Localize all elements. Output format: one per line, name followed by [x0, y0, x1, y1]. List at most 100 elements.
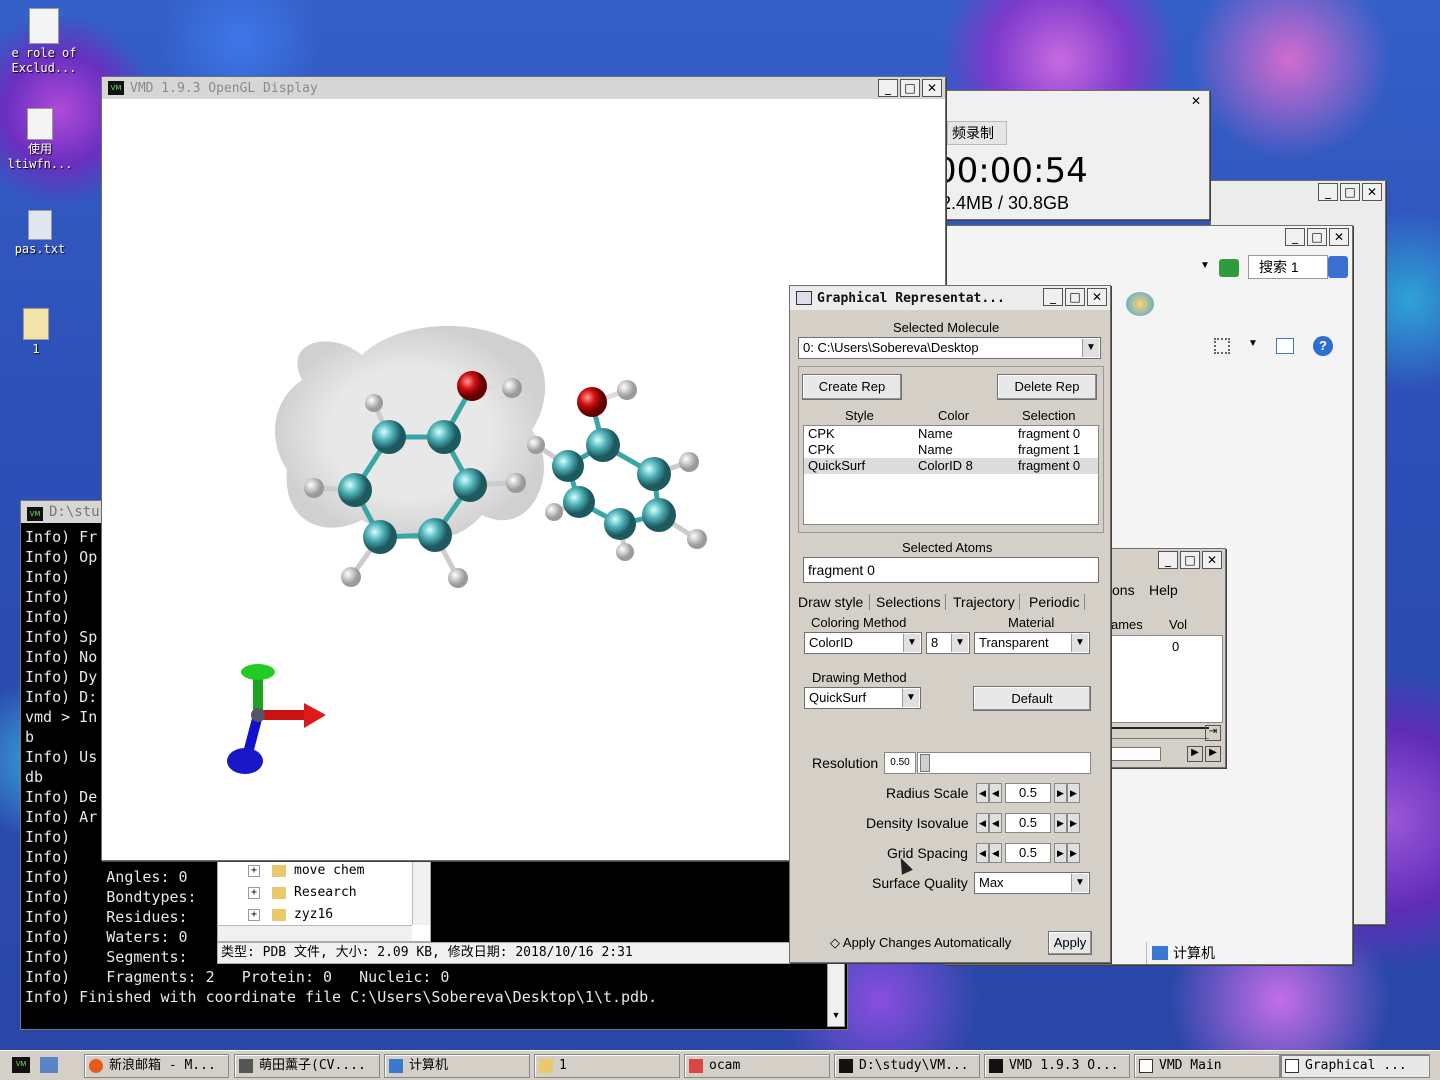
slider-thumb[interactable] — [920, 754, 930, 772]
menu-item[interactable]: ons — [1112, 582, 1135, 598]
molecule-list[interactable]: 0 — [1109, 635, 1223, 723]
desktop-icon-multiwfn[interactable]: 使用 ltiwfn... — [4, 108, 76, 172]
recorder-window[interactable]: ✕ 频录制 00:00:54 2.4MB / 30.8GB — [935, 90, 1210, 220]
graphical-representations-window[interactable]: Graphical Representat... _ □ ✕ Selected … — [789, 285, 1111, 963]
view-grid-icon[interactable] — [1214, 338, 1230, 354]
increase-icon[interactable]: ▶ — [1054, 813, 1067, 833]
rep-row[interactable]: CPK Name fragment 1 — [804, 442, 1098, 458]
decrease-icon[interactable]: ◀ — [989, 813, 1002, 833]
preview-pane-icon[interactable] — [1276, 338, 1294, 354]
close-button[interactable]: ✕ — [1362, 183, 1382, 201]
minimize-button[interactable]: _ — [1285, 228, 1305, 246]
maximize-button[interactable]: □ — [1307, 228, 1327, 246]
surface-quality-select[interactable]: Max ▼ — [974, 872, 1090, 894]
create-rep-button[interactable]: Create Rep — [802, 374, 902, 400]
expand-icon[interactable]: + — [248, 909, 260, 921]
default-button[interactable]: Default — [973, 686, 1091, 711]
tree-item[interactable]: + Research — [248, 885, 357, 900]
tree-item[interactable]: + zyz16 — [248, 907, 333, 922]
taskbar-item[interactable]: VMD Main — [1134, 1054, 1280, 1078]
dropdown-arrow-icon[interactable]: ▼ — [1200, 260, 1210, 271]
close-button[interactable]: ✕ — [1087, 288, 1107, 306]
delete-rep-button[interactable]: Delete Rep — [997, 374, 1097, 400]
drawing-method-select[interactable]: QuickSurf ▼ — [804, 687, 921, 709]
taskbar-item-active[interactable]: Graphical ... — [1280, 1054, 1430, 1078]
tab-draw-style[interactable]: Draw style — [798, 594, 871, 610]
search-box[interactable]: 搜索 1 — [1248, 255, 1328, 279]
desktop-icon-doc[interactable]: e role of Exclud... — [8, 8, 80, 76]
taskbar-item[interactable]: 萌田薰子(CV.... — [234, 1054, 380, 1078]
taskbar: VM 新浪邮箱 - M... 萌田薰子(CV.... 计算机 1 ocam D:… — [0, 1050, 1440, 1080]
apply-auto-checkbox[interactable]: ◇ Apply Changes Automatically — [830, 935, 1011, 951]
grid-spacing-spinner[interactable]: ◀ ◀ 0.5 ▶ ▶ — [976, 843, 1080, 863]
menu-item-help[interactable]: Help — [1149, 582, 1178, 598]
decrease-icon[interactable]: ◀ — [989, 843, 1002, 863]
close-button[interactable]: ✕ — [922, 79, 942, 97]
view-dropdown-icon[interactable]: ▼ — [1248, 338, 1258, 349]
search-icon[interactable] — [1328, 256, 1348, 278]
close-button[interactable]: ✕ — [1329, 228, 1349, 246]
scroll-down-icon[interactable]: ▼ — [828, 1010, 844, 1026]
tree-item[interactable]: + move chem — [248, 863, 364, 878]
explorer-tree-pane[interactable]: + move chem + Research + zyz16 — [217, 860, 431, 942]
rep-list[interactable]: CPK Name fragment 0 CPK Name fragment 1 … — [803, 425, 1099, 525]
taskbar-item[interactable]: D:\study\VM... — [834, 1054, 980, 1078]
maximize-button[interactable]: □ — [900, 79, 920, 97]
increase-icon[interactable]: ▶ — [1054, 843, 1067, 863]
minimize-button[interactable]: _ — [878, 79, 898, 97]
fast-decrease-icon[interactable]: ◀ — [976, 813, 989, 833]
increase-icon[interactable]: ▶ — [1054, 783, 1067, 803]
maximize-button[interactable]: □ — [1065, 288, 1085, 306]
radius-scale-spinner[interactable]: ◀ ◀ 0.5 ▶ ▶ — [976, 783, 1080, 803]
taskbar-item[interactable]: VMD 1.9.3 O... — [984, 1054, 1130, 1078]
tab-selections[interactable]: Selections — [876, 594, 946, 610]
material-select[interactable]: Transparent ▼ — [974, 632, 1090, 654]
refresh-icon[interactable] — [1219, 259, 1239, 277]
tab-periodic[interactable]: Periodic — [1029, 594, 1085, 610]
fast-decrease-icon[interactable]: ◀ — [976, 783, 989, 803]
selected-molecule-select[interactable]: 0: C:\Users\Sobereva\Desktop ▼ — [798, 337, 1101, 359]
maximize-button[interactable]: □ — [1340, 183, 1360, 201]
minimize-button[interactable]: _ — [1318, 183, 1338, 201]
minimize-button[interactable]: _ — [1158, 551, 1178, 569]
fast-increase-icon[interactable]: ▶ — [1067, 813, 1080, 833]
rep-row-selected[interactable]: QuickSurf ColorID 8 fragment 0 — [804, 458, 1098, 474]
play-button[interactable]: ▶ — [1205, 746, 1221, 762]
taskbar-item[interactable]: 计算机 — [384, 1054, 530, 1078]
resolution-slider[interactable] — [917, 752, 1091, 774]
color-id-select[interactable]: 8 ▼ — [926, 632, 970, 654]
step-slider[interactable] — [1109, 747, 1161, 761]
desktop-icon-folder1[interactable]: 1 — [4, 308, 68, 357]
density-isovalue-spinner[interactable]: ◀ ◀ 0.5 ▶ ▶ — [976, 813, 1080, 833]
fast-increase-icon[interactable]: ▶ — [1067, 783, 1080, 803]
help-icon[interactable]: ? — [1313, 336, 1333, 356]
expand-icon[interactable]: + — [248, 887, 260, 899]
fast-increase-icon[interactable]: ▶ — [1067, 843, 1080, 863]
play-forward-button[interactable]: ▶ — [1187, 746, 1203, 762]
maximize-button[interactable]: □ — [1180, 551, 1200, 569]
fast-decrease-icon[interactable]: ◀ — [976, 843, 989, 863]
tab-trajectory[interactable]: Trajectory — [953, 594, 1020, 610]
taskbar-item[interactable]: 1 — [534, 1054, 680, 1078]
vmd-main-window[interactable]: _ □ ✕ ons Help ames Vol 0 ⇥ ▶ ▶ — [1108, 548, 1226, 768]
desktop-icon-pas[interactable]: pas.txt — [4, 210, 76, 257]
apply-button[interactable]: Apply — [1048, 931, 1092, 955]
expand-icon[interactable]: + — [248, 865, 260, 877]
tree-vscrollbar[interactable] — [412, 861, 430, 925]
rep-row[interactable]: CPK Name fragment 0 — [804, 426, 1098, 442]
network-quicklaunch-icon[interactable] — [40, 1057, 58, 1073]
taskbar-item[interactable]: 新浪邮箱 - M... — [84, 1054, 229, 1078]
end-button[interactable]: ⇥ — [1205, 725, 1221, 741]
coloring-method-select[interactable]: ColorID ▼ — [804, 632, 922, 654]
minimize-button[interactable]: _ — [1043, 288, 1063, 306]
recorder-tab[interactable]: 频录制 — [947, 121, 1007, 145]
selected-atoms-input[interactable]: fragment 0 — [803, 557, 1099, 583]
close-button[interactable]: ✕ — [1186, 93, 1206, 111]
vmd-quicklaunch-icon[interactable]: VM — [12, 1057, 30, 1073]
frame-slider[interactable] — [1109, 727, 1209, 739]
decrease-icon[interactable]: ◀ — [989, 783, 1002, 803]
close-button[interactable]: ✕ — [1202, 551, 1222, 569]
tree-hscrollbar[interactable] — [218, 925, 412, 941]
taskbar-item[interactable]: ocam — [684, 1054, 830, 1078]
recorder-size: 2.4MB / 30.8GB — [941, 193, 1070, 213]
